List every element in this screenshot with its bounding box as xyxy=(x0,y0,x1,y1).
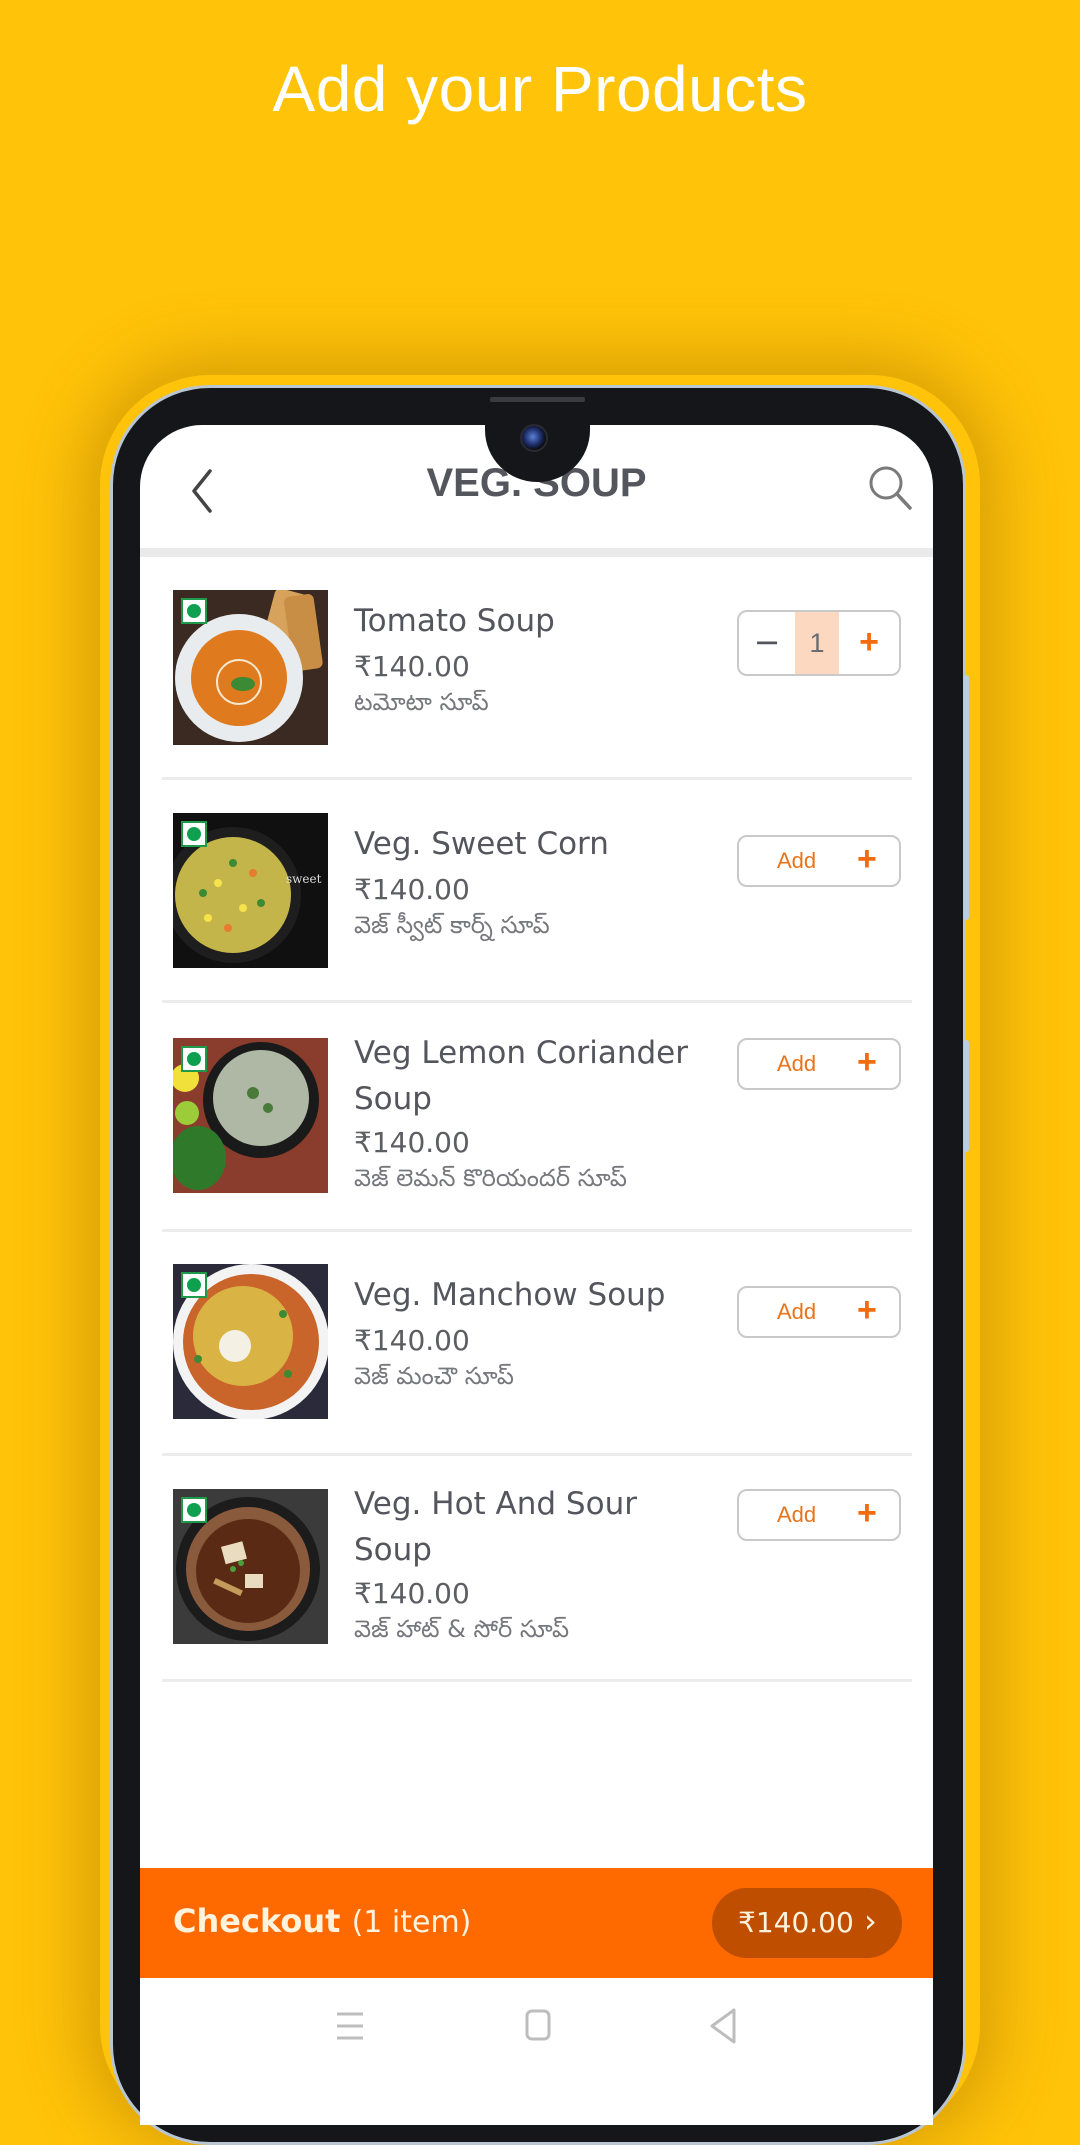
power-button xyxy=(964,1040,969,1152)
product-price: ₹140.00 xyxy=(354,1126,470,1159)
veg-indicator-icon xyxy=(181,1272,207,1298)
veg-indicator-icon xyxy=(181,1046,207,1072)
product-item: Veg Lemon Coriander Soup ₹140.00 వెజ్ లె… xyxy=(140,1035,933,1228)
item-separator xyxy=(162,1229,912,1232)
system-back-button[interactable] xyxy=(700,2006,750,2046)
product-image: sweet xyxy=(173,813,328,968)
search-button[interactable] xyxy=(866,463,916,513)
plus-icon: + xyxy=(857,840,877,878)
add-label: Add xyxy=(777,1051,817,1076)
menu-icon xyxy=(337,2012,363,2040)
product-price: ₹140.00 xyxy=(354,650,470,683)
recent-apps-button[interactable] xyxy=(325,2006,375,2046)
add-label: Add xyxy=(777,848,817,873)
plus-icon: + xyxy=(857,1043,877,1081)
item-separator xyxy=(162,1453,912,1456)
app-screen: VEG. SOUP Tomato Soup ₹140.00 టమోటా సూప్… xyxy=(140,425,933,2125)
plus-icon: + xyxy=(857,1494,877,1532)
product-item: Veg. Manchow Soup ₹140.00 వెజ్ మంచౌ సూప్… xyxy=(140,1264,933,1434)
add-to-cart-button[interactable]: Add + xyxy=(737,1489,901,1541)
product-local-name: వెజ్ లెమన్ కొరియందర్ సూప్ xyxy=(354,1164,627,1192)
checkout-total: ₹140.00 xyxy=(738,1906,854,1939)
camera-icon xyxy=(520,424,548,452)
quantity-value: 1 xyxy=(795,612,839,674)
product-image xyxy=(173,1264,328,1419)
product-image xyxy=(173,1038,328,1193)
checkout-label: Checkout (1 item) xyxy=(173,1902,471,1940)
phone-speaker xyxy=(490,397,585,402)
product-image xyxy=(173,590,328,745)
quantity-stepper: − 1 + xyxy=(737,610,901,676)
checkout-bar[interactable]: Checkout (1 item) ₹140.00 › xyxy=(140,1868,933,1978)
header-divider xyxy=(140,548,933,557)
product-local-name: టమోటా సూప్ xyxy=(354,688,489,716)
add-label: Add xyxy=(777,1502,817,1527)
checkout-total-button[interactable]: ₹140.00 › xyxy=(712,1888,902,1958)
add-to-cart-button[interactable]: Add + xyxy=(737,1286,901,1338)
product-price: ₹140.00 xyxy=(354,1324,470,1357)
product-item: sweet Veg. Sweet Corn ₹140.00 వెజ్ స్వీట… xyxy=(140,813,933,983)
veg-indicator-icon xyxy=(181,821,207,847)
promo-title: Add your Products xyxy=(272,53,808,125)
product-item: Veg. Hot And Sour Soup ₹140.00 వెజ్ హాట్… xyxy=(140,1486,933,1679)
svg-text:sweet: sweet xyxy=(286,872,322,886)
product-price: ₹140.00 xyxy=(354,1577,470,1610)
item-separator xyxy=(162,1679,912,1682)
item-separator xyxy=(162,1000,912,1003)
add-to-cart-button[interactable]: Add + xyxy=(737,1038,901,1090)
product-local-name: వెజ్ స్వీట్ కార్న్ సూప్ xyxy=(354,911,550,939)
product-name: Veg Lemon Coriander Soup xyxy=(354,1035,688,1117)
home-button[interactable] xyxy=(512,2006,562,2046)
system-nav-bar xyxy=(140,1978,933,2125)
search-icon xyxy=(869,466,912,510)
checkout-item-count: (1 item) xyxy=(351,1905,472,1940)
veg-indicator-icon xyxy=(181,1497,207,1523)
product-price: ₹140.00 xyxy=(354,873,470,906)
item-separator xyxy=(162,777,912,780)
product-name: Veg. Sweet Corn xyxy=(354,826,609,862)
product-name: Veg. Manchow Soup xyxy=(354,1277,666,1313)
product-image xyxy=(173,1489,328,1644)
product-name: Veg. Hot And Sour Soup xyxy=(354,1486,637,1568)
checkout-text: Checkout xyxy=(173,1902,341,1940)
volume-button xyxy=(964,675,969,920)
veg-indicator-icon xyxy=(181,598,207,624)
back-triangle-icon xyxy=(710,2008,736,2044)
product-name: Tomato Soup xyxy=(354,603,555,639)
product-local-name: వెజ్ హాట్ & సోర్ సూప్ xyxy=(354,1615,570,1643)
product-local-name: వెజ్ మంచౌ సూప్ xyxy=(354,1362,514,1390)
product-item: Tomato Soup ₹140.00 టమోటా సూప్ − 1 + xyxy=(140,590,933,760)
add-to-cart-button[interactable]: Add + xyxy=(737,835,901,887)
decrease-quantity-button[interactable]: − xyxy=(739,612,795,674)
chevron-right-icon: › xyxy=(864,1902,877,1940)
home-square-icon xyxy=(525,2009,551,2041)
increase-quantity-button[interactable]: + xyxy=(839,612,899,674)
add-label: Add xyxy=(777,1299,817,1324)
plus-icon: + xyxy=(857,1291,877,1329)
